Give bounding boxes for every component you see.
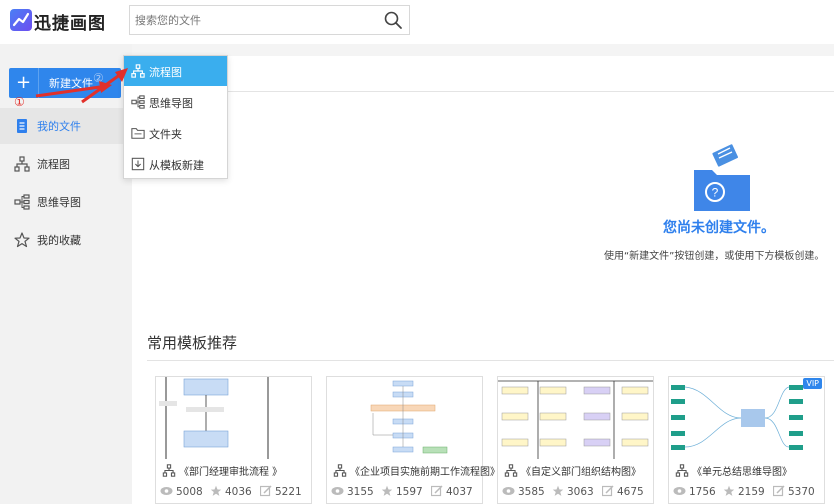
dropdown-item-label: 文件夹 — [149, 128, 182, 141]
template-card[interactable]: VIP 《单元总结思维导图》 1756 2159 5370 — [668, 376, 825, 504]
template-thumbnail — [327, 377, 482, 459]
template-thumbnail — [156, 377, 311, 459]
template-name[interactable]: 《企业项目实施前期工作流程图》 — [350, 463, 500, 478]
star-count: 1597 — [381, 485, 423, 498]
annotation-marker-1: ① — [14, 95, 25, 109]
app-logo-icon[interactable] — [10, 9, 32, 31]
app-title[interactable]: 迅捷画图 — [34, 9, 106, 34]
eye-icon — [673, 487, 686, 495]
view-count: 1756 — [673, 485, 716, 498]
divider — [132, 91, 834, 92]
sidebar-item-favorites[interactable]: 我的收藏 — [0, 222, 132, 258]
dropdown-item-from-template[interactable]: 从模板新建 — [124, 149, 227, 179]
edit-count: 5370 — [773, 485, 815, 498]
dropdown-item-label: 思维导图 — [149, 97, 193, 110]
flowchart-icon — [14, 156, 30, 172]
divider — [147, 360, 834, 361]
edit-icon — [773, 485, 785, 497]
star-count: 4036 — [210, 485, 252, 498]
dropdown-item-mindmap[interactable]: 思维导图 — [124, 87, 227, 117]
template-name[interactable]: 《自定义部门组织结构图》 — [521, 463, 641, 478]
new-file-dropdown: 流程图 思维导图 文件夹 从模板新建 — [123, 55, 228, 179]
sidebar-item-label: 思维导图 — [37, 196, 81, 209]
plus-icon[interactable]: + — [9, 68, 39, 98]
view-count: 3585 — [502, 485, 545, 498]
new-file-button[interactable]: + 新建文件 ② — [9, 68, 121, 98]
top-bar: 迅捷画图 — [0, 0, 834, 44]
eye-icon — [160, 487, 173, 495]
dropdown-item-label: 从模板新建 — [149, 159, 204, 172]
mindmap-icon — [14, 194, 30, 210]
template-thumbnail — [498, 377, 653, 459]
flowchart-icon — [131, 64, 145, 78]
template-name[interactable]: 《单元总结思维导图》 — [692, 463, 792, 478]
star-icon — [14, 232, 30, 248]
template-stats: 3155 1597 4037 — [331, 485, 481, 501]
empty-folder-icon: ? — [694, 144, 750, 211]
dropdown-item-folder[interactable]: 文件夹 — [124, 118, 227, 148]
document-icon — [17, 119, 27, 133]
template-thumbnail: VIP — [669, 377, 824, 459]
star-icon — [552, 485, 564, 496]
section-title: 常用模板推荐 — [147, 334, 238, 352]
flowchart-icon — [504, 464, 518, 477]
search-icon[interactable] — [383, 10, 403, 30]
sidebar-item-label: 流程图 — [37, 158, 70, 171]
template-stats: 3585 3063 4675 — [502, 485, 652, 501]
dropdown-item-flowchart[interactable]: 流程图 — [124, 56, 227, 86]
template-icon — [131, 157, 145, 171]
empty-state-subtitle: 使用“新建文件”按钮创建，或使用下方模板创建。 — [604, 251, 825, 262]
view-count: 5008 — [160, 485, 203, 498]
template-name[interactable]: 《部门经理审批流程 》 — [179, 463, 282, 478]
edit-icon — [431, 485, 443, 497]
edit-icon — [602, 485, 614, 497]
star-icon — [723, 485, 735, 496]
edit-count: 4675 — [602, 485, 644, 498]
vip-badge: VIP — [803, 378, 822, 389]
star-count: 3063 — [552, 485, 594, 498]
flowchart-icon — [675, 464, 689, 477]
eye-icon — [502, 487, 515, 495]
template-card[interactable]: 《自定义部门组织结构图》 3585 3063 4675 — [497, 376, 654, 504]
search-input[interactable] — [130, 6, 370, 34]
mindmap-icon — [131, 95, 145, 109]
folder-icon — [131, 128, 145, 139]
sidebar-item-flowchart[interactable]: 流程图 — [0, 146, 132, 182]
edit-count: 4037 — [431, 485, 473, 498]
sidebar-item-my-files[interactable]: 我的文件 — [0, 108, 132, 144]
star-icon — [381, 485, 393, 496]
sidebar-item-label: 我的收藏 — [37, 234, 81, 247]
template-card[interactable]: 《部门经理审批流程 》 5008 4036 5221 — [155, 376, 312, 504]
svg-text:?: ? — [712, 186, 719, 200]
new-file-label: 新建文件 — [49, 77, 93, 90]
annotation-marker-2: ② — [93, 71, 104, 85]
flowchart-icon — [333, 464, 347, 477]
star-count: 2159 — [723, 485, 765, 498]
sidebar: + 新建文件 ② ① 我的文件 流程图 思维导图 我的收藏 — [0, 44, 132, 504]
template-stats: 5008 4036 5221 — [160, 485, 310, 501]
view-count: 3155 — [331, 485, 374, 498]
eye-icon — [331, 487, 344, 495]
sidebar-item-mindmap[interactable]: 思维导图 — [0, 184, 132, 220]
star-icon — [210, 485, 222, 496]
dropdown-item-label: 流程图 — [149, 66, 182, 79]
sidebar-item-label: 我的文件 — [37, 120, 81, 133]
search-box[interactable] — [129, 5, 410, 35]
edit-count: 5221 — [260, 485, 302, 498]
template-stats: 1756 2159 5370 — [673, 485, 823, 501]
edit-icon — [260, 485, 272, 497]
template-card[interactable]: 《企业项目实施前期工作流程图》 3155 1597 4037 — [326, 376, 500, 504]
flowchart-icon — [162, 464, 176, 477]
empty-state-title: 您尚未创建文件。 — [663, 220, 775, 236]
